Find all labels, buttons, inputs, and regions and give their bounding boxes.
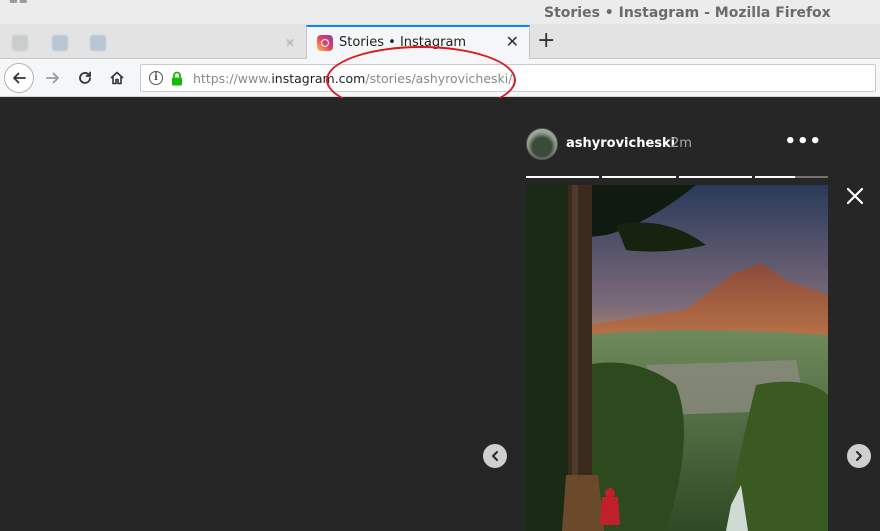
- chevron-right-icon: [856, 451, 862, 461]
- story-username[interactable]: ashyrovicheski: [566, 136, 675, 151]
- progress-fill: [602, 176, 676, 178]
- story-progress-bar: [526, 176, 828, 178]
- progress-segment-3: [678, 176, 752, 178]
- window-titlebar: ▀ ▀ Stories • Instagram - Mozilla Firefo…: [0, 0, 880, 26]
- story-image[interactable]: [526, 185, 828, 531]
- back-button[interactable]: [4, 63, 34, 93]
- close-icon: ✕: [285, 36, 296, 50]
- info-icon[interactable]: i: [149, 71, 163, 85]
- next-story-button[interactable]: [847, 444, 871, 468]
- tab-inactive-close[interactable]: ✕: [285, 30, 295, 56]
- navigation-bar: i https://www.instagram.com/stories/ashy…: [0, 59, 880, 97]
- story-header: ashyrovicheski 2m •••: [526, 128, 828, 160]
- tab-strip: ✕ Stories • Instagram ✕ +: [0, 24, 880, 60]
- home-button[interactable]: [102, 63, 132, 93]
- tab-inactive-3[interactable]: [90, 30, 114, 56]
- arrow-left-icon: [13, 72, 26, 84]
- forward-button[interactable]: [38, 63, 68, 93]
- stories-viewer: ashyrovicheski 2m •••: [0, 98, 880, 531]
- progress-segment-1: [526, 176, 600, 178]
- avatar[interactable]: [526, 128, 558, 160]
- url-host: instagram.com: [271, 71, 366, 86]
- new-tab-button[interactable]: +: [537, 28, 555, 54]
- url-scheme: https://www.: [193, 71, 272, 86]
- story-time: 2m: [671, 136, 692, 151]
- tab-inactive-2[interactable]: [52, 30, 68, 56]
- progress-fill: [526, 176, 600, 178]
- tab-close-button[interactable]: ✕: [506, 32, 519, 52]
- previous-story-button[interactable]: [483, 444, 507, 468]
- progress-fill: [678, 176, 752, 178]
- tab-favicon-icon: [12, 35, 28, 51]
- reload-icon: [79, 71, 91, 84]
- url-text[interactable]: https://www.instagram.com/stories/ashyro…: [193, 71, 512, 86]
- story-photo: [526, 185, 828, 531]
- progress-segment-2: [602, 176, 676, 178]
- more-options-button[interactable]: •••: [784, 131, 822, 152]
- chevron-left-icon: [492, 451, 498, 461]
- lock-icon[interactable]: [170, 71, 184, 90]
- url-path: /stories/ashyrovicheski/: [365, 71, 513, 86]
- arrow-right-icon: [46, 72, 59, 84]
- reload-button[interactable]: [70, 63, 100, 93]
- progress-fill: [754, 176, 796, 178]
- instagram-favicon-icon: [317, 35, 333, 51]
- close-story-button[interactable]: [845, 186, 865, 210]
- tab-favicon-icon: [52, 35, 68, 51]
- tab-label: Stories • Instagram: [339, 35, 467, 50]
- tab-inactive-1[interactable]: [12, 30, 28, 56]
- tab-favicon-icon: [90, 35, 106, 51]
- tab-stories-instagram[interactable]: Stories • Instagram ✕: [306, 25, 530, 60]
- titlebar-menu-hint: ▀ ▀: [10, 0, 27, 9]
- close-icon: [846, 187, 864, 205]
- url-bar[interactable]: i https://www.instagram.com/stories/ashy…: [140, 64, 876, 92]
- window-title: Stories • Instagram - Mozilla Firefox: [544, 5, 831, 21]
- home-icon: [110, 71, 124, 85]
- progress-segment-4: [754, 176, 828, 178]
